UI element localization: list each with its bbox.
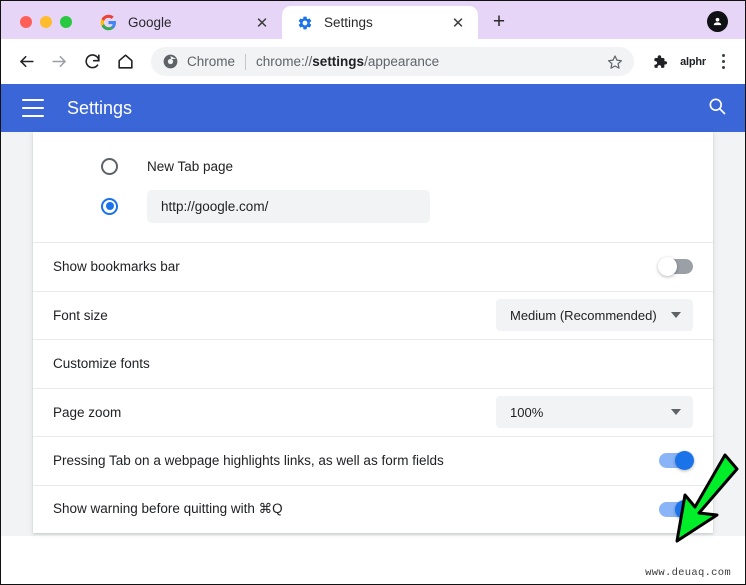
maximize-window-button[interactable] (60, 16, 72, 28)
toggle-warn-before-quit[interactable] (659, 499, 694, 519)
new-tab-button[interactable]: + (484, 6, 514, 36)
browser-toolbar: Chrome chrome://settings/appearance alph… (1, 39, 745, 84)
label-page-zoom: Page zoom (53, 404, 122, 420)
label-font-size: Font size (53, 307, 108, 323)
label-show-bookmarks-bar: Show bookmarks bar (53, 259, 180, 275)
chevron-down-icon (671, 312, 681, 319)
toggle-show-bookmarks-bar[interactable] (658, 257, 693, 277)
close-window-button[interactable] (20, 16, 32, 28)
hamburger-line (22, 107, 44, 109)
omnibox-divider (245, 53, 247, 70)
tab-strip: Google ✕ Settings ✕ + (1, 1, 745, 39)
label-customize-fonts: Customize fonts (53, 356, 150, 372)
browser-window: Google ✕ Settings ✕ + Chrome chrome://se… (0, 0, 746, 585)
label-tab-highlights-links: Pressing Tab on a webpage highlights lin… (53, 453, 444, 469)
toggle-knob (675, 451, 694, 471)
row-customize-fonts[interactable]: Customize fonts (33, 339, 713, 388)
hamburger-line (22, 99, 44, 101)
radio-label-new-tab-page: New Tab page (147, 158, 234, 174)
appearance-settings-card: New Tab page http://google.com/ Show boo… (33, 132, 713, 533)
google-icon (100, 14, 117, 31)
menu-dot (721, 60, 725, 63)
select-value-font-size: Medium (Recommended) (510, 307, 657, 323)
select-value-page-zoom: 100% (510, 404, 544, 420)
star-outline-icon[interactable] (607, 54, 623, 70)
chrome-logo-icon (163, 54, 178, 69)
tab-settings[interactable]: Settings ✕ (282, 6, 478, 39)
url-prefix: chrome:// (256, 54, 313, 69)
toggle-tab-highlights-links[interactable] (659, 451, 694, 471)
menu-dot (721, 54, 725, 57)
label-warn-before-quit: Show warning before quitting with ⌘Q (53, 501, 283, 517)
startup-option-custom-url[interactable]: http://google.com/ (53, 186, 693, 226)
settings-header: Settings (1, 84, 745, 132)
row-page-zoom[interactable]: Page zoom 100% (33, 387, 713, 437)
extension-label[interactable]: alphr (676, 56, 710, 68)
omnibox-scheme-label: Chrome (187, 54, 236, 69)
select-font-size[interactable]: Medium (Recommended) (496, 299, 693, 332)
radio-button-new-tab-page[interactable] (101, 157, 118, 175)
menu-dot (721, 66, 725, 69)
page-title: Settings (67, 97, 133, 118)
url-bold-segment: settings (312, 54, 365, 69)
toggle-knob (658, 257, 677, 277)
startup-options-group: New Tab page http://google.com/ (33, 132, 713, 242)
minimize-window-button[interactable] (40, 16, 52, 28)
omnibox[interactable]: Chrome chrome://settings/appearance (151, 47, 635, 76)
row-show-bookmarks-bar[interactable]: Show bookmarks bar (33, 242, 713, 291)
hamburger-line (22, 115, 44, 117)
window-traffic-lights (1, 16, 86, 39)
hamburger-menu-icon[interactable] (22, 99, 44, 117)
row-warn-before-quit[interactable]: Show warning before quitting with ⌘Q (33, 484, 713, 534)
tab-google[interactable]: Google ✕ (86, 6, 282, 39)
row-font-size[interactable]: Font size Medium (Recommended) (33, 290, 713, 340)
startup-option-new-tab[interactable]: New Tab page (53, 146, 693, 186)
three-dot-menu-icon[interactable] (712, 49, 734, 75)
close-icon[interactable]: ✕ (448, 13, 468, 33)
close-icon[interactable]: ✕ (252, 13, 272, 33)
select-page-zoom[interactable]: 100% (496, 396, 693, 429)
toggle-knob (675, 499, 694, 519)
puzzle-piece-icon[interactable] (643, 46, 674, 77)
custom-url-input[interactable]: http://google.com/ (147, 189, 430, 223)
home-icon[interactable] (110, 46, 141, 77)
settings-gear-icon (296, 14, 313, 31)
url-suffix: /appearance (364, 54, 440, 69)
row-tab-highlights-links[interactable]: Pressing Tab on a webpage highlights lin… (33, 436, 713, 485)
chevron-down-icon (671, 409, 681, 416)
settings-content: New Tab page http://google.com/ Show boo… (1, 132, 745, 543)
omnibox-url: chrome://settings/appearance (256, 54, 607, 69)
forward-arrow-icon[interactable] (44, 46, 75, 77)
back-arrow-icon[interactable] (11, 46, 42, 77)
profile-avatar-icon[interactable] (707, 11, 728, 32)
reload-icon[interactable] (77, 46, 108, 77)
radio-button-custom-url[interactable] (101, 197, 118, 215)
search-icon[interactable] (707, 96, 727, 121)
tab-title-settings: Settings (324, 15, 373, 30)
tab-title-google: Google (128, 15, 172, 30)
watermark: www.deuaq.com (645, 567, 731, 579)
